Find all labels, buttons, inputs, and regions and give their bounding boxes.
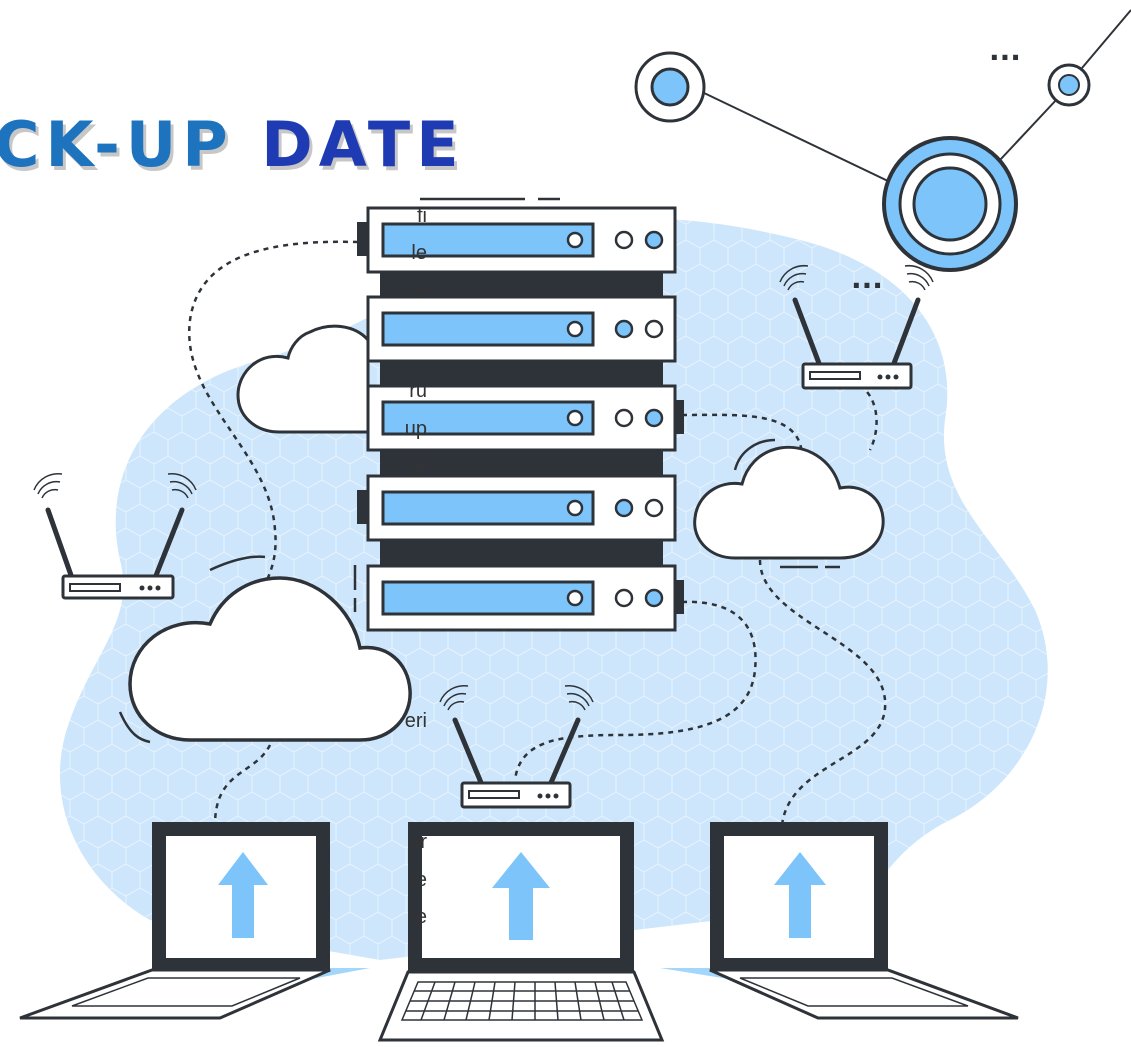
text-fragment-2a: ru <box>409 380 427 402</box>
text-fragment-1b: le <box>411 242 427 264</box>
text-fragment-1a: fi <box>417 205 427 227</box>
ellipsis-middle: ... <box>851 262 883 295</box>
text-fragment-4b: le <box>411 869 427 891</box>
node-small-right <box>1047 63 1091 107</box>
server-unit-4 <box>357 474 677 542</box>
text-fragment-3a: eri <box>404 710 427 732</box>
laptop-left <box>19 822 370 1020</box>
text-fragment-2b: up <box>404 418 427 440</box>
cloud-small <box>236 324 370 434</box>
text-fragment-1c: re <box>409 280 427 302</box>
server-unit-2 <box>366 295 677 363</box>
page-title: CK-UP DATE <box>0 108 465 181</box>
text-fragment-2c: le <box>411 455 427 477</box>
title-part-1: CK-UP <box>0 108 234 181</box>
node-small-left <box>634 51 706 123</box>
laptop-right <box>660 822 1019 1020</box>
text-fragment-4c: re <box>409 906 427 928</box>
title-part-2: DATE <box>261 108 465 181</box>
node-large-center <box>882 136 1018 272</box>
text-fragment-4a: or <box>409 831 427 853</box>
server-unit-5 <box>366 564 684 632</box>
ellipsis-top: ... <box>989 34 1021 67</box>
server-unit-1 <box>357 206 677 274</box>
